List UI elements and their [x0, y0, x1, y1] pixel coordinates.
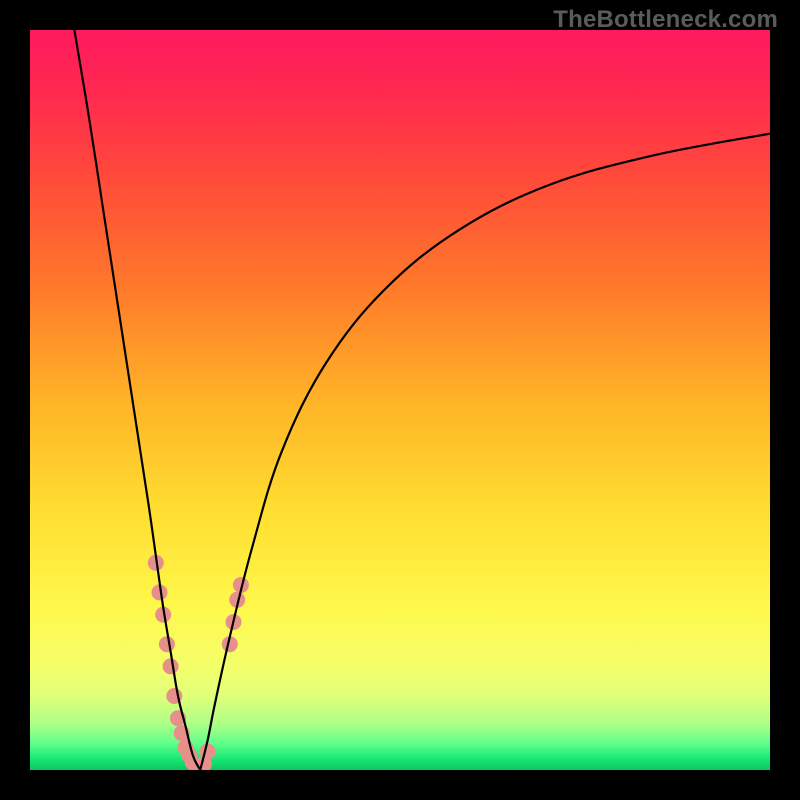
marker-dot	[159, 636, 175, 652]
chart-svg	[30, 30, 770, 770]
chart-background	[30, 30, 770, 770]
marker-dot	[163, 658, 179, 674]
chart-plot-area	[30, 30, 770, 770]
chart-frame: TheBottleneck.com	[0, 0, 800, 800]
marker-dot	[200, 744, 216, 760]
